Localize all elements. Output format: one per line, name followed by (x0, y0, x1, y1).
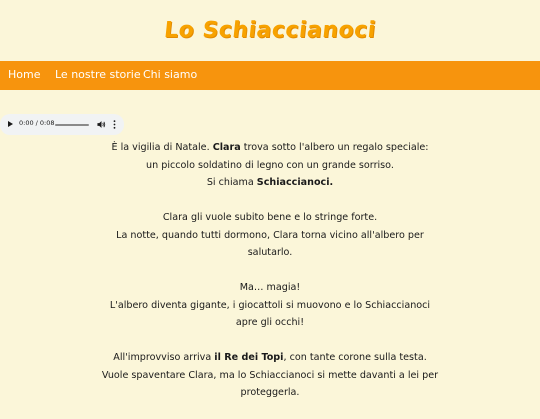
audio-time-display: 0:00 / 0:08 (19, 119, 55, 127)
story-paragraph: All'improvviso arriva il Re dei Topi, co… (100, 349, 440, 402)
story-text-span: , con tante corone sulla testa. (283, 352, 427, 363)
character-name-schiaccianoci: Schiaccianoci. (256, 177, 334, 188)
story-text: È la vigilia di Natale. Clara trova sott… (100, 139, 440, 419)
audio-player: 0:00 / 0:08 (0, 114, 124, 135)
story-paragraph: È la vigilia di Natale. Clara trova sott… (100, 139, 440, 192)
character-name-clara: Clara (212, 142, 241, 153)
play-icon[interactable] (8, 121, 13, 127)
story-text-span: È la vigilia di Natale. (111, 142, 213, 153)
nav-item-le-nostre-storie[interactable]: Le nostre storie (55, 68, 141, 81)
site-title: Lo Schiaccianoci (162, 18, 378, 43)
nav-item-chi-siamo[interactable]: Chi siamo (143, 68, 197, 81)
story-text-span: All'improvviso arriva (113, 352, 215, 363)
story-text-span: un piccolo soldatino di legno con un gra… (146, 159, 394, 171)
story-text-span: Clara gli vuole subito bene e lo stringe… (162, 212, 378, 223)
story-paragraph: Clara gli vuole subito bene e lo stringe… (100, 209, 440, 262)
story-text-span: La notte, quando tutti dormono, Clara to… (116, 229, 424, 259)
story-text-span: Si chiama (206, 177, 257, 188)
main-navbar: Home Le nostre storie Chi siamo (0, 61, 540, 90)
volume-icon[interactable] (97, 120, 106, 129)
nav-item-home[interactable]: Home (8, 68, 40, 81)
audio-progress-bar[interactable] (55, 124, 89, 126)
story-text-span: Ma… magia! (239, 282, 301, 293)
story-text-span: trova sotto l'albero un regalo speciale: (240, 142, 429, 153)
more-vertical-icon[interactable] (113, 120, 116, 129)
character-name-re-dei-topi: il Re dei Topi (214, 352, 284, 363)
story-text-span: Vuole spaventare Clara, ma lo Schiaccian… (101, 369, 439, 399)
story-text-span: L'albero diventa gigante, i giocattoli s… (109, 299, 431, 329)
story-paragraph: Ma… magia! L'albero diventa gigante, i g… (100, 279, 440, 332)
